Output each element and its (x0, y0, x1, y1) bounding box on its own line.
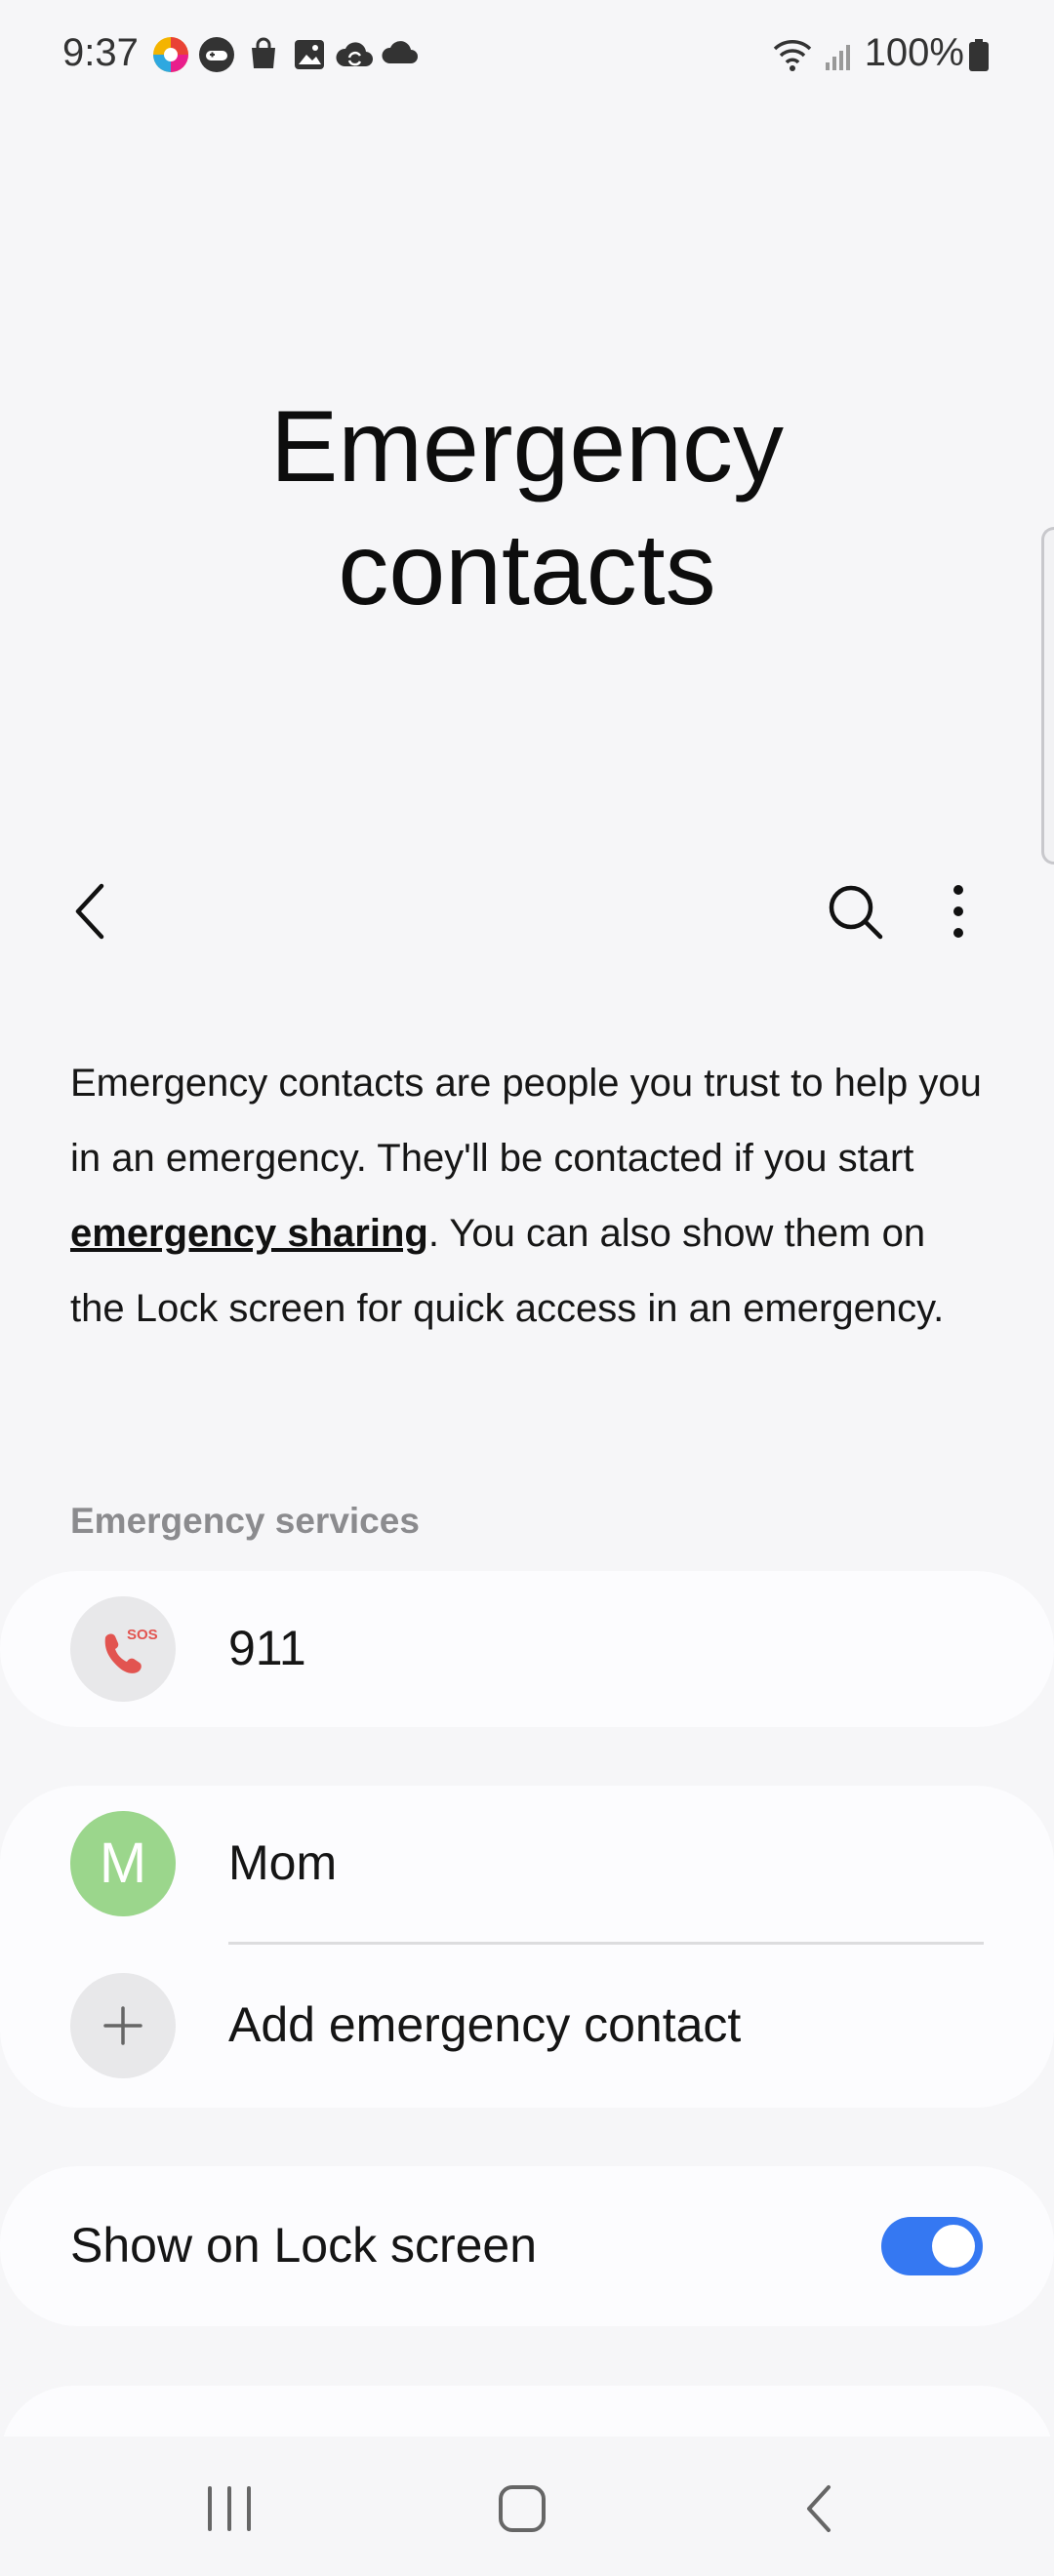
description-part1: Emergency contacts are people you trust … (70, 1062, 982, 1180)
shopping-bag-icon (252, 37, 275, 68)
add-avatar (70, 1973, 176, 2078)
battery-icon (969, 39, 989, 71)
row-divider (228, 1942, 984, 1945)
contacts-card: M Mom Add emergency contact (0, 1786, 1054, 2108)
plus-icon (103, 2006, 142, 2045)
sos-phone-icon: SOS (104, 1627, 158, 1673)
sos-badge: SOS (127, 1627, 158, 1643)
page-title: Emergency contacts (137, 385, 917, 631)
more-options-icon[interactable] (923, 876, 993, 946)
contact-avatar: M (70, 1811, 176, 1916)
page-title-line1: Emergency (270, 390, 784, 503)
status-time: 9:37 (62, 31, 139, 74)
app-color-icon (153, 37, 188, 72)
lock-screen-toggle[interactable] (881, 2217, 983, 2275)
game-controller-icon (199, 37, 234, 72)
lock-screen-label: Show on Lock screen (70, 2218, 538, 2273)
back-nav-icon[interactable] (786, 2475, 854, 2543)
emergency-sharing-link[interactable]: emergency sharing (70, 1212, 428, 1255)
page-title-line2: contacts (338, 513, 716, 626)
add-contact-label: Add emergency contact (228, 1997, 742, 2052)
search-icon[interactable] (820, 876, 890, 946)
section-label-emergency-services: Emergency services (70, 1501, 420, 1541)
wifi-icon (773, 40, 812, 71)
emergency-number: 911 (228, 1621, 306, 1675)
contact-name: Mom (228, 1835, 338, 1890)
gallery-icon (295, 40, 324, 69)
edge-panel-handle[interactable] (1041, 527, 1054, 865)
status-bar: 9:37 100% (0, 0, 1054, 107)
cloud-icon (382, 41, 418, 63)
battery-percentage: 100% (864, 31, 964, 74)
back-arrow-icon[interactable] (57, 876, 127, 946)
cloud-sync-icon (336, 42, 374, 67)
description-text: Emergency contacts are people you trust … (70, 1046, 988, 1347)
toggle-knob (932, 2225, 975, 2268)
sos-avatar: SOS (70, 1596, 176, 1702)
signal-icon (826, 45, 850, 70)
recent-apps-icon[interactable] (195, 2475, 264, 2543)
home-icon[interactable] (488, 2475, 556, 2543)
emergency-service-row[interactable]: SOS 911 (0, 1571, 1054, 1727)
